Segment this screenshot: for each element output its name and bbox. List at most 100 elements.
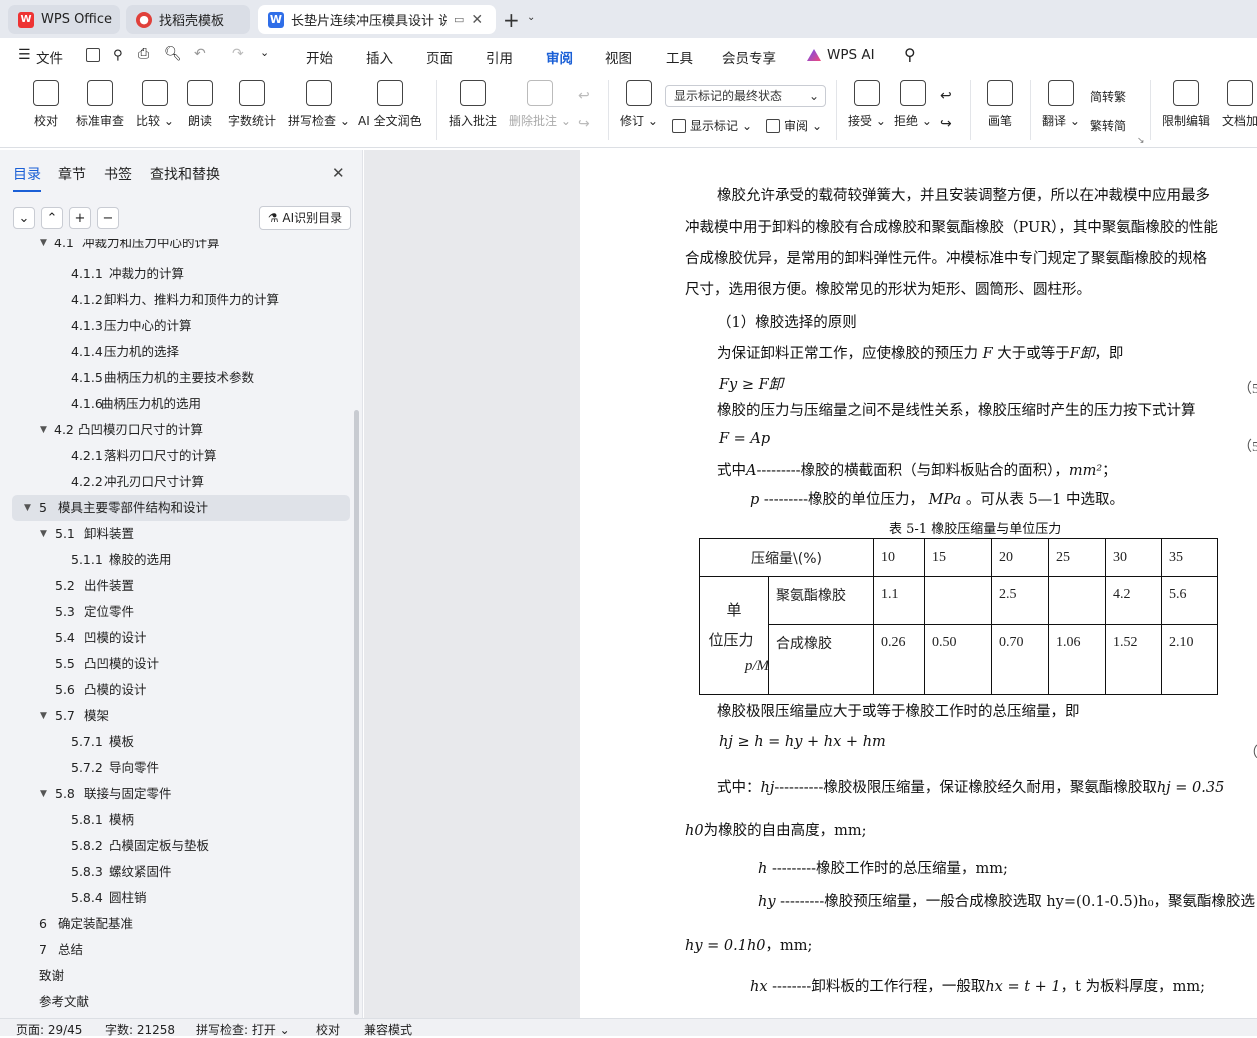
toc-item[interactable]: 致谢 [12,963,350,989]
menu-wps-ai[interactable]: WPS AI [827,47,875,63]
to-simplified-button[interactable]: 繁转简 [1090,117,1126,134]
to-traditional-button[interactable]: 简转繁 [1090,88,1126,105]
menu-review[interactable]: 审阅 [546,47,573,75]
new-tab-button[interactable]: + [503,8,520,32]
toc-item[interactable]: 4.1.6 曲柄压力机的选用 [12,391,350,417]
collapse-arrow-icon[interactable]: ▼ [40,521,47,547]
pen-button[interactable]: 画笔 [987,80,1013,129]
previous-change-icon[interactable]: ↩ [940,88,952,104]
print-preview-icon[interactable]: 🔍︎ [164,46,182,62]
toc-item[interactable]: 4.2.2 冲孔刃口尺寸计算 [12,469,350,495]
menu-view[interactable]: 视图 [605,47,632,67]
reject-button[interactable]: 拒绝 ⌄ [894,80,932,129]
menu-tools[interactable]: 工具 [666,47,693,67]
toc-item[interactable]: 5.1.1 橡胶的选用 [12,547,350,573]
proofread-button[interactable]: 校对 [33,80,59,129]
toc-item-selected[interactable]: ▼ 5 模具主要零部件结构和设计 [12,495,350,521]
search-icon[interactable]: ⚲ [904,45,916,64]
translate-button[interactable]: 翻译 ⌄ [1042,80,1080,129]
tab-chapters[interactable]: 章节 [58,164,86,184]
toc-item[interactable]: 5.5 凸凹模的设计 [12,651,350,677]
toc-item[interactable]: 4.2.1 落料刃口尺寸的计算 [12,443,350,469]
save-icon[interactable] [86,48,100,62]
redo-icon[interactable]: ↷ [232,46,244,62]
tab-list-chevron-icon[interactable]: ⌄ [527,12,535,23]
collapse-arrow-icon[interactable]: ▼ [40,417,47,443]
prev-comment-icon[interactable]: ↩ [578,88,590,104]
toc-item[interactable]: ▼ 5.1 卸料装置 [12,521,350,547]
close-tab-icon[interactable]: ✕ [471,12,483,28]
toc-item[interactable]: 参考文献 [12,989,350,1015]
undo-icon[interactable]: ↶ [194,46,206,62]
hamburger-icon[interactable]: ☰ [18,47,31,63]
show-markup-button[interactable]: 显示标记 ⌄ [672,117,752,134]
toc-item[interactable]: 5.3 定位零件 [12,599,350,625]
toc-item[interactable]: 5.8.1 模柄 [12,807,350,833]
toc-item[interactable]: ▼ 4.1 冲裁力和压力中心的计算 [12,239,350,255]
collapse-arrow-icon[interactable]: ▼ [24,495,31,521]
toc-item[interactable]: 4.1.1 冲裁力的计算 [12,261,350,287]
toc-item[interactable]: 5.2 出件装置 [12,573,350,599]
toc-item[interactable]: 5.8.2 凸模固定板与垫板 [12,833,350,859]
toc-item[interactable]: ▼ 4.2 凸凹模刃口尺寸的计算 [12,417,350,443]
word-count-button[interactable]: 字数统计 [228,80,276,129]
toc-item[interactable]: 5.8.3 螺纹紧固件 [12,859,350,885]
menu-member[interactable]: 会员专享 [722,47,776,67]
menu-start[interactable]: 开始 [306,47,333,67]
read-aloud-button[interactable]: 朗读 [187,80,213,129]
delete-comment-button[interactable]: 删除批注 ⌄ [509,80,571,129]
menu-reference[interactable]: 引用 [486,47,513,67]
collapse-arrow-icon[interactable]: ▼ [40,703,47,729]
tab-bookmarks[interactable]: 书签 [104,164,132,184]
next-comment-icon[interactable]: ↪ [578,116,590,132]
toc-item[interactable]: ▼ 5.7 模架 [12,703,350,729]
tab-template[interactable]: ● 找稻壳模板 [126,5,250,34]
toc-item[interactable]: 5.7.2 导向零件 [12,755,350,781]
dialog-launcher-icon[interactable]: ↘ [1137,136,1145,146]
accept-button[interactable]: 接受 ⌄ [848,80,886,129]
menu-file[interactable]: 文件 [36,47,63,67]
remove-heading-button[interactable]: − [97,207,119,229]
menu-insert[interactable]: 插入 [366,47,393,67]
print-icon[interactable]: ⎙ [138,46,149,62]
toc-item[interactable]: 5.8.4 圆柱销 [12,885,350,911]
share-icon[interactable]: ⚲ [113,48,123,63]
track-changes-button[interactable]: 修订 ⌄ [620,80,658,129]
toc-scrollbar[interactable] [354,410,359,1015]
compare-button[interactable]: 比较 ⌄ [136,80,174,129]
proofread-status[interactable]: 校对 [316,1021,340,1038]
toc-item[interactable]: 6 确定装配基准 [12,911,350,937]
toc-item[interactable]: 4.1.3 压力中心的计算 [12,313,350,339]
tab-find-replace[interactable]: 查找和替换 [150,164,220,184]
doc-encrypt-button[interactable]: 文档加 [1222,80,1257,129]
collapse-all-button[interactable]: ⌄ [13,207,35,229]
spell-check-button[interactable]: 拼写检查 ⌄ [288,80,350,129]
spell-check-status[interactable]: 拼写检查: 打开 ⌄ [196,1021,290,1038]
ai-polish-button[interactable]: AI 全文润色 [358,80,422,129]
expand-up-button[interactable]: ⌃ [41,207,63,229]
word-count-indicator[interactable]: 字数: 21258 [105,1021,175,1038]
toc-item[interactable]: 5.7.1 模板 [12,729,350,755]
tab-current-document[interactable]: W 长垫片连续冲压模具设计 说明 ▭ ✕ [258,5,496,34]
page-indicator[interactable]: 页面: 29/45 [16,1021,82,1038]
tab-wps-office[interactable]: W WPS Office [8,5,120,34]
review-pane-button[interactable]: 审阅 ⌄ [766,117,822,134]
document-canvas[interactable]: 橡胶允许承受的载荷较弹簧大，并且安装调整方便，所以在冲裁模中应用最多 冲裁模中用… [364,150,1257,1018]
standard-review-button[interactable]: 标准审查 [76,80,124,129]
close-pane-icon[interactable]: ✕ [332,164,345,182]
toc-item[interactable]: 4.1.4 压力机的选择 [12,339,350,365]
tab-toc[interactable]: 目录 [13,164,41,192]
more-chevron-icon[interactable]: ⌄ [260,46,269,59]
insert-comment-button[interactable]: 插入批注 [449,80,497,129]
toc-item[interactable]: 4.1.5 曲柄压力机的主要技术参数 [12,365,350,391]
menu-page[interactable]: 页面 [426,47,453,67]
toc-item[interactable]: ▼ 5.8 联接与固定零件 [12,781,350,807]
ai-toc-button[interactable]: ⚗ AI识别目录 [259,206,351,230]
toc-item[interactable]: 4.1.2 卸料力、推料力和顶件力的计算 [12,287,350,313]
toc-item[interactable]: 7 总结 [12,937,350,963]
toc-item[interactable]: 5.6 凸模的设计 [12,677,350,703]
restrict-edit-button[interactable]: 限制编辑 [1162,80,1210,129]
next-change-icon[interactable]: ↪ [940,116,952,132]
document-page[interactable]: 橡胶允许承受的载荷较弹簧大，并且安装调整方便，所以在冲裁模中应用最多 冲裁模中用… [580,150,1257,1018]
toc-item[interactable]: 5.4 凹模的设计 [12,625,350,651]
